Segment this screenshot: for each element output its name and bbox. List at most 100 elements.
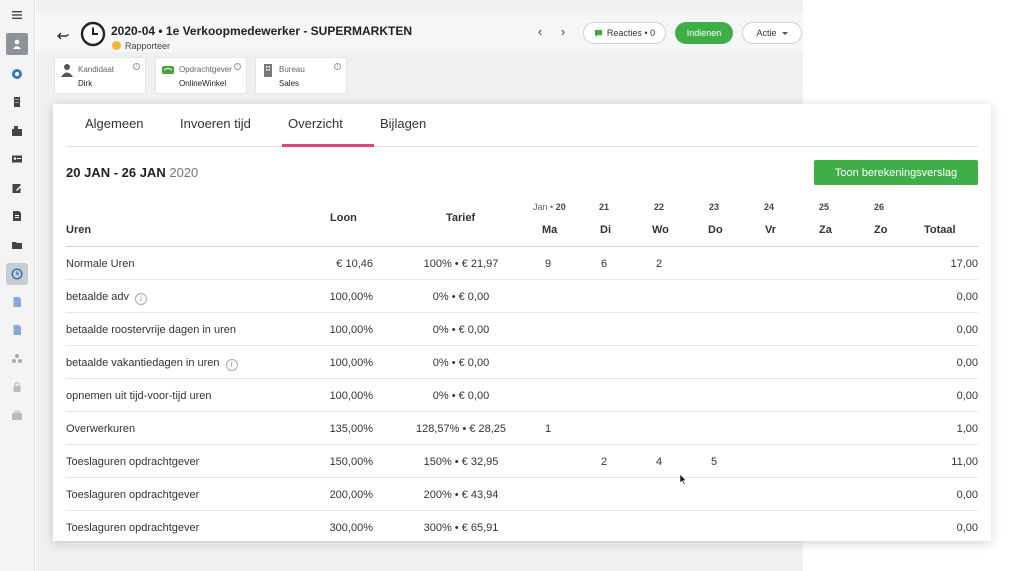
info-icon[interactable]: i xyxy=(135,293,147,305)
date-header-23: 23 xyxy=(709,202,719,212)
row-day-value[interactable]: 2 xyxy=(649,258,669,270)
reacties-button[interactable]: Reacties • 0 xyxy=(583,22,666,44)
handshake-icon xyxy=(162,63,174,77)
row-name-text: Overwerkuren xyxy=(66,423,135,435)
tab-invoeren-tijd[interactable]: Invoeren tijd xyxy=(180,116,251,131)
back-icon[interactable] xyxy=(56,29,70,43)
lock-icon[interactable] xyxy=(6,376,28,398)
row-tarief: 300% • € 65,91 xyxy=(396,522,526,534)
agency-card[interactable]: Bureau Sales i xyxy=(255,57,347,94)
row-name-text: Toeslaguren opdrachtgever xyxy=(66,522,199,534)
folder-icon[interactable] xyxy=(6,234,28,256)
invoice-icon[interactable] xyxy=(6,291,28,313)
briefcase-icon[interactable] xyxy=(6,404,28,426)
card-value: Sales xyxy=(279,79,299,88)
row-tarief: 150% • € 32,95 xyxy=(396,456,526,468)
col-header-loon: Loon xyxy=(330,212,357,224)
day-header-za: Za xyxy=(819,224,832,236)
toon-berekeningsverslag-button[interactable]: Toon berekeningsverslag xyxy=(814,160,978,185)
date-header-26: 26 xyxy=(874,202,884,212)
tab-bar: Algemeen Invoeren tijd Overzicht Bijlage… xyxy=(66,104,978,147)
table-row: Normale Uren€ 10,46100% • € 21,9796217,0… xyxy=(66,247,978,280)
row-loon: € 10,46 xyxy=(303,258,373,270)
table-row: betaalde vakantiedagen in ureni100,00%0%… xyxy=(66,346,978,379)
tab-bijlagen[interactable]: Bijlagen xyxy=(380,116,426,131)
edit-icon[interactable] xyxy=(6,177,28,199)
tab-algemeen[interactable]: Algemeen xyxy=(85,116,144,131)
row-day-value[interactable]: 4 xyxy=(649,456,669,468)
period-range: 20 JAN - 26 JAN xyxy=(66,165,166,180)
network-icon[interactable] xyxy=(6,348,28,370)
row-name-text: betaalde vakantiedagen in uren xyxy=(66,357,220,369)
row-day-value[interactable]: 5 xyxy=(704,456,724,468)
report-icon[interactable] xyxy=(6,319,28,341)
info-icon[interactable]: i xyxy=(133,63,140,70)
row-loon: 100,00% xyxy=(303,324,373,336)
row-totaal: 1,00 xyxy=(918,423,978,435)
row-tarief: 0% • € 0,00 xyxy=(396,357,526,369)
day-header-vr: Vr xyxy=(765,224,776,236)
row-loon: 300,00% xyxy=(303,522,373,534)
row-totaal: 0,00 xyxy=(918,489,978,501)
day-header-zo: Zo xyxy=(874,224,887,236)
row-name-text: Normale Uren xyxy=(66,258,134,270)
menu-icon[interactable] xyxy=(6,4,28,26)
day-header-wo: Wo xyxy=(652,224,669,236)
role-status-dot xyxy=(112,41,121,50)
row-name: betaalde adv i xyxy=(66,291,147,305)
timesheet-clock-icon[interactable] xyxy=(6,263,28,285)
row-tarief: 200% • € 43,94 xyxy=(396,489,526,501)
table-row: Toeslaguren opdrachtgever 300,00% 300% • €… xyxy=(66,511,978,544)
row-loon: 100,00% xyxy=(303,291,373,303)
row-tarief: 100% • € 21,97 xyxy=(396,258,526,270)
date-header-25: 25 xyxy=(819,202,829,212)
row-tarief: 0% • € 0,00 xyxy=(396,291,526,303)
row-name: Toeslaguren opdrachtgever xyxy=(66,456,199,468)
building-icon[interactable] xyxy=(6,91,28,113)
row-name-text: Toeslaguren opdrachtgever xyxy=(66,489,199,501)
row-name: Toeslaguren opdrachtgever xyxy=(66,489,199,501)
building-icon xyxy=(262,63,274,77)
id-card-icon[interactable] xyxy=(6,148,28,170)
col-header-uren: Uren xyxy=(66,224,91,236)
row-day-value[interactable]: 1 xyxy=(538,423,558,435)
row-name: Toeslaguren opdrachtgever xyxy=(66,522,199,534)
dashboard-icon[interactable] xyxy=(6,63,28,85)
row-name-text: Toeslaguren opdrachtgever xyxy=(66,456,199,468)
period-heading: 20 JAN - 26 JAN 2020 xyxy=(66,165,198,180)
card-label: Opdrachtgever xyxy=(179,65,232,74)
row-name: opnemen uit tijd-voor-tijd uren xyxy=(66,390,212,402)
day-header-di: Di xyxy=(600,224,611,236)
chevron-left-icon[interactable]: ‹ xyxy=(532,24,548,40)
row-day-value[interactable]: 9 xyxy=(538,258,558,270)
user-avatar-icon[interactable] xyxy=(6,33,28,55)
chevron-right-icon[interactable]: › xyxy=(555,24,571,40)
date-header-22: 22 xyxy=(654,202,664,212)
row-name: Overwerkuren xyxy=(66,423,135,435)
indienen-button[interactable]: Indienen xyxy=(675,22,733,44)
date-header-21: 21 xyxy=(599,202,609,212)
row-totaal: 0,00 xyxy=(918,357,978,369)
card-label: Bureau xyxy=(279,65,305,74)
client-card[interactable]: Opdrachtgever OnlineWinkel i xyxy=(155,57,247,94)
info-icon[interactable]: i xyxy=(226,359,238,371)
table-row: opnemen uit tijd-voor-tijd uren100,00%0%… xyxy=(66,379,978,412)
active-tab-indicator xyxy=(282,144,374,147)
row-day-value[interactable]: 6 xyxy=(594,258,614,270)
reacties-label: Reacties • 0 xyxy=(607,28,655,38)
office-icon[interactable] xyxy=(6,120,28,142)
info-icon[interactable]: i xyxy=(334,63,341,70)
info-icon[interactable]: i xyxy=(234,63,241,70)
document-icon[interactable] xyxy=(6,205,28,227)
month-label: Jan • xyxy=(533,202,553,212)
row-day-value[interactable]: 2 xyxy=(594,456,614,468)
tab-overzicht[interactable]: Overzicht xyxy=(288,116,343,131)
table-row: betaalde advi100,00%0% • € 0,000,00 xyxy=(66,280,978,313)
row-name-text: betaalde adv xyxy=(66,291,129,303)
day-header-ma: Ma xyxy=(542,224,557,236)
date-header-20: Jan • 20 xyxy=(533,202,566,212)
candidate-card[interactable]: Kandidaat Dirk i xyxy=(54,57,146,94)
day-header-do: Do xyxy=(708,224,723,236)
actie-dropdown[interactable]: Actie xyxy=(742,22,802,44)
row-name: betaalde roostervrije dagen in uren xyxy=(66,324,236,336)
